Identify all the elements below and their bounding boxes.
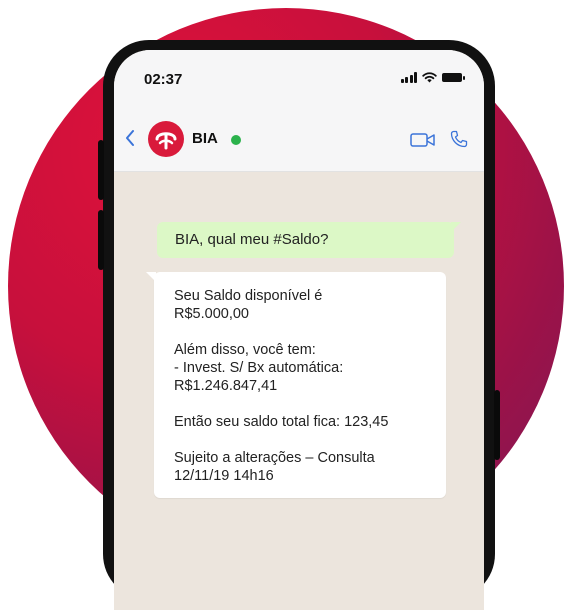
message-line: Além disso, você tem:: [174, 342, 316, 358]
wifi-icon: [422, 72, 437, 83]
message-line: Então seu saldo total fica: 123,45: [174, 414, 389, 430]
message-line: Seu Saldo disponível é: [174, 288, 323, 304]
bradesco-logo-icon: [155, 132, 177, 150]
avatar[interactable]: [148, 121, 184, 157]
contact-name[interactable]: BIA: [192, 130, 218, 147]
message-line: R$5.000,00: [174, 306, 249, 322]
status-bar: 02:37: [114, 50, 484, 105]
volume-button: [98, 210, 104, 270]
online-status-badge: [231, 135, 241, 145]
phone-screen: 02:37 BIA BIA, qual meu #Saldo? Seu Sald…: [114, 50, 484, 610]
video-camera-icon[interactable]: [410, 132, 436, 148]
phone-icon[interactable]: [450, 130, 468, 148]
chevron-left-icon[interactable]: [125, 129, 135, 151]
signal-icon: [400, 72, 417, 83]
message-line: 12/11/19 14h16: [174, 468, 274, 484]
power-button: [494, 390, 500, 460]
incoming-message[interactable]: Seu Saldo disponível é R$5.000,00 Além d…: [146, 272, 446, 498]
status-icons: [400, 72, 465, 83]
message-line: R$1.246.847,41: [174, 378, 278, 394]
battery-icon: [442, 73, 465, 82]
chat-header: BIA: [114, 105, 484, 172]
volume-button: [98, 140, 104, 200]
message-line: - Invest. S/ Bx automática:: [174, 360, 344, 376]
status-time: 02:37: [144, 71, 183, 88]
outgoing-message[interactable]: BIA, qual meu #Saldo?: [157, 222, 461, 258]
phone-frame: 02:37 BIA BIA, qual meu #Saldo? Seu Sald…: [98, 40, 500, 610]
message-line: Sujeito a alterações – Consulta: [174, 450, 375, 466]
